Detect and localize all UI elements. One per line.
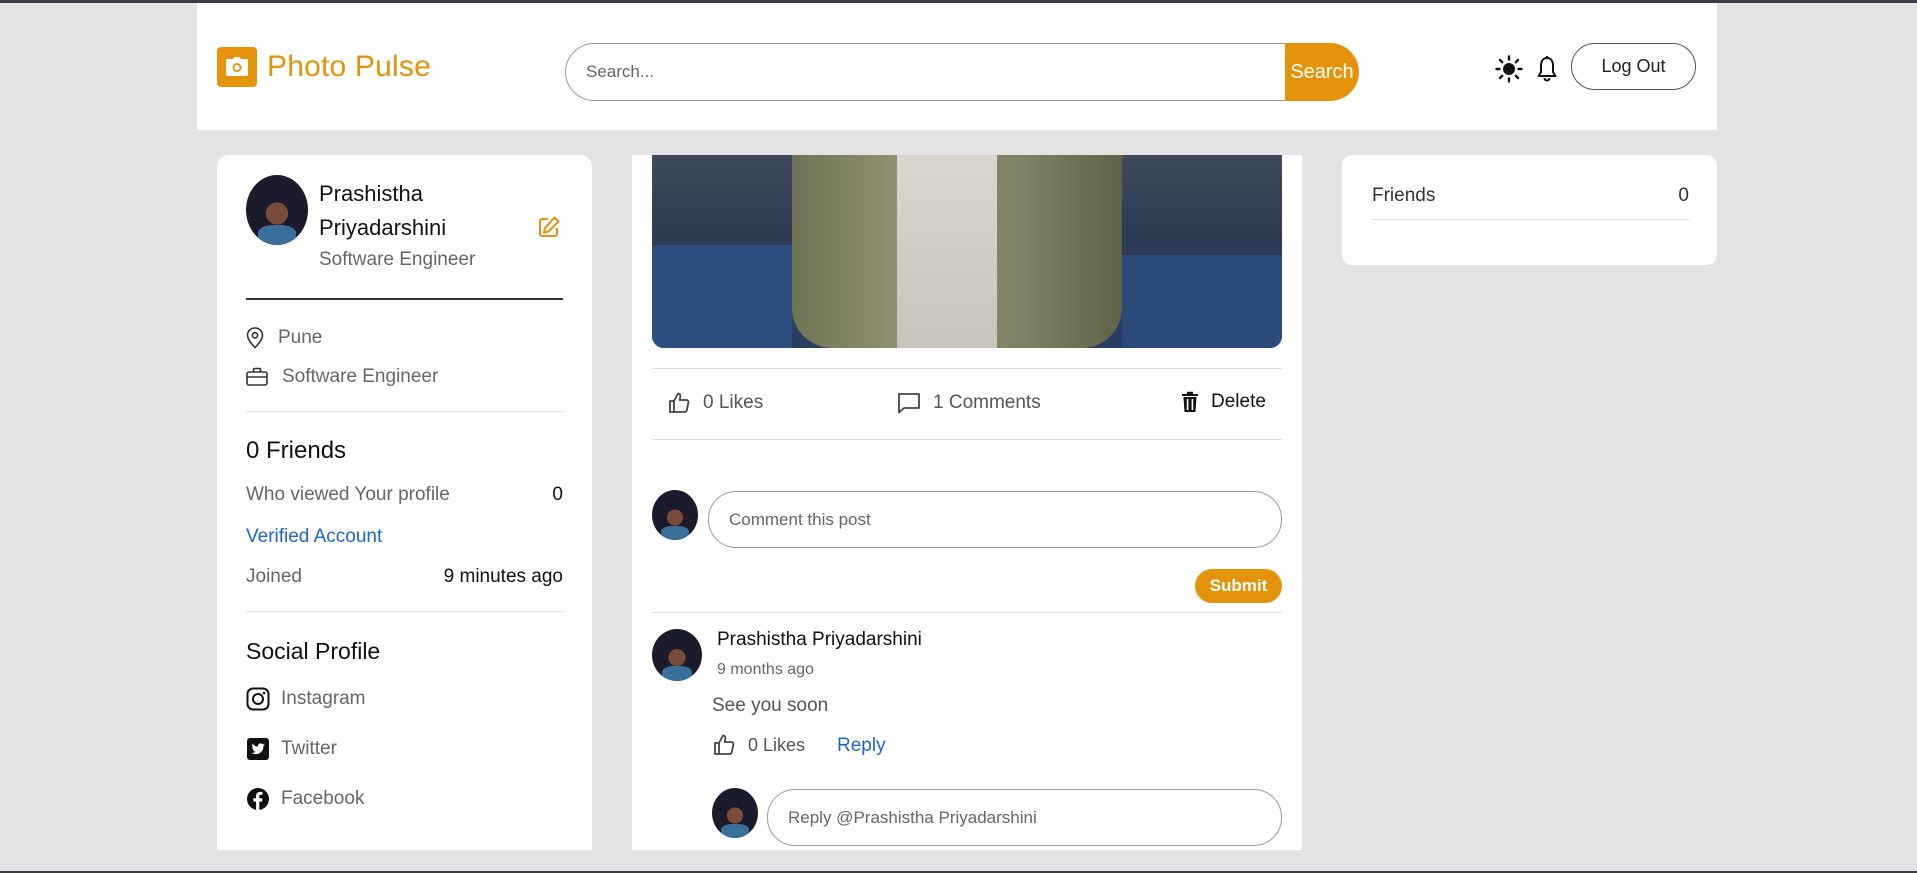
friends-card: Friends 0 (1342, 155, 1717, 265)
thumbs-up-icon (669, 392, 690, 413)
profile-views-label: Who viewed Your profile (246, 484, 450, 505)
comment-like-button[interactable]: 0 Likes (712, 733, 805, 757)
location-row: Pune (246, 327, 322, 349)
social-link-facebook[interactable]: Facebook (246, 787, 364, 811)
profile-card: Prashistha Priyadarshini Software Engine… (217, 155, 592, 850)
image-detail-seat (1122, 255, 1282, 348)
social-link-twitter[interactable]: Twitter (246, 737, 337, 761)
verified-account-link[interactable]: Verified Account (246, 526, 382, 548)
avatar[interactable] (652, 490, 698, 540)
post-image[interactable] (652, 155, 1282, 348)
reply-input[interactable] (767, 789, 1282, 846)
profile-views-value: 0 (552, 484, 563, 505)
post-actions-bar: 0 Likes 1 Comments Delete (652, 368, 1282, 440)
facebook-icon (247, 788, 269, 810)
twitter-icon (247, 738, 269, 760)
comment-text: See you soon (712, 695, 829, 716)
friends-count: 0 (1678, 185, 1689, 206)
friends-row: Friends 0 (1372, 185, 1689, 220)
joined-row: Joined 9 minutes ago (246, 566, 563, 588)
divider (652, 612, 1282, 613)
camera-icon (217, 47, 257, 87)
friends-label: Friends (1372, 185, 1436, 206)
divider (246, 298, 563, 300)
app-logo[interactable]: Photo Pulse (217, 47, 431, 87)
comment-icon (898, 393, 920, 414)
thumbs-up-icon (714, 734, 735, 755)
instagram-icon (246, 687, 270, 711)
like-button[interactable]: 0 Likes (667, 391, 763, 415)
image-detail-shirt (897, 155, 997, 348)
image-detail-seat (652, 245, 792, 348)
social-profile-heading: Social Profile (246, 638, 381, 664)
divider (246, 411, 563, 412)
delete-label: Delete (1211, 391, 1266, 412)
location-text: Pune (278, 327, 323, 348)
profile-views-row: Who viewed Your profile 0 (246, 484, 563, 506)
instagram-label: Instagram (281, 688, 366, 709)
briefcase-icon (246, 367, 268, 386)
avatar[interactable] (246, 175, 308, 245)
profile-title: Software Engineer (319, 249, 476, 270)
location-pin-icon (246, 327, 264, 349)
like-count: 0 Likes (703, 392, 764, 413)
twitter-label: Twitter (281, 738, 337, 759)
occupation-text: Software Engineer (282, 366, 439, 387)
comment-author[interactable]: Prashistha Priyadarshini (717, 629, 922, 651)
occupation-row: Software Engineer (246, 366, 438, 388)
friends-heading: 0 Friends (246, 437, 347, 464)
edit-profile-icon[interactable] (537, 215, 561, 239)
facebook-label: Facebook (281, 788, 365, 809)
search-button[interactable]: Search (1285, 43, 1359, 101)
notification-bell-icon[interactable] (1535, 55, 1559, 83)
joined-value: 9 minutes ago (443, 566, 563, 587)
submit-comment-button[interactable]: Submit (1195, 569, 1282, 603)
comment-count: 1 Comments (933, 392, 1041, 413)
joined-label: Joined (246, 566, 302, 587)
comment-like-count: 0 Likes (748, 734, 806, 755)
avatar[interactable] (712, 788, 758, 838)
app-name: Photo Pulse (267, 50, 431, 83)
logout-button[interactable]: Log Out (1571, 43, 1696, 90)
comment-timestamp: 9 months ago (717, 661, 814, 678)
trash-icon (1182, 391, 1198, 412)
post-card: 0 Likes 1 Comments Delete Submit Prashis… (632, 155, 1302, 850)
search-input[interactable] (565, 43, 1285, 101)
reply-link[interactable]: Reply (837, 735, 886, 757)
avatar[interactable] (652, 629, 702, 681)
search-bar: Search (565, 43, 1359, 101)
comment-input[interactable] (708, 491, 1282, 548)
comments-button[interactable]: 1 Comments (897, 391, 1041, 415)
social-link-instagram[interactable]: Instagram (246, 687, 365, 711)
top-navbar: Photo Pulse Search Log Out (197, 3, 1717, 130)
divider (246, 611, 563, 612)
profile-name[interactable]: Prashistha Priyadarshini (319, 177, 489, 245)
delete-button[interactable]: Delete (1181, 391, 1266, 413)
theme-toggle-sun-icon[interactable] (1495, 55, 1523, 83)
